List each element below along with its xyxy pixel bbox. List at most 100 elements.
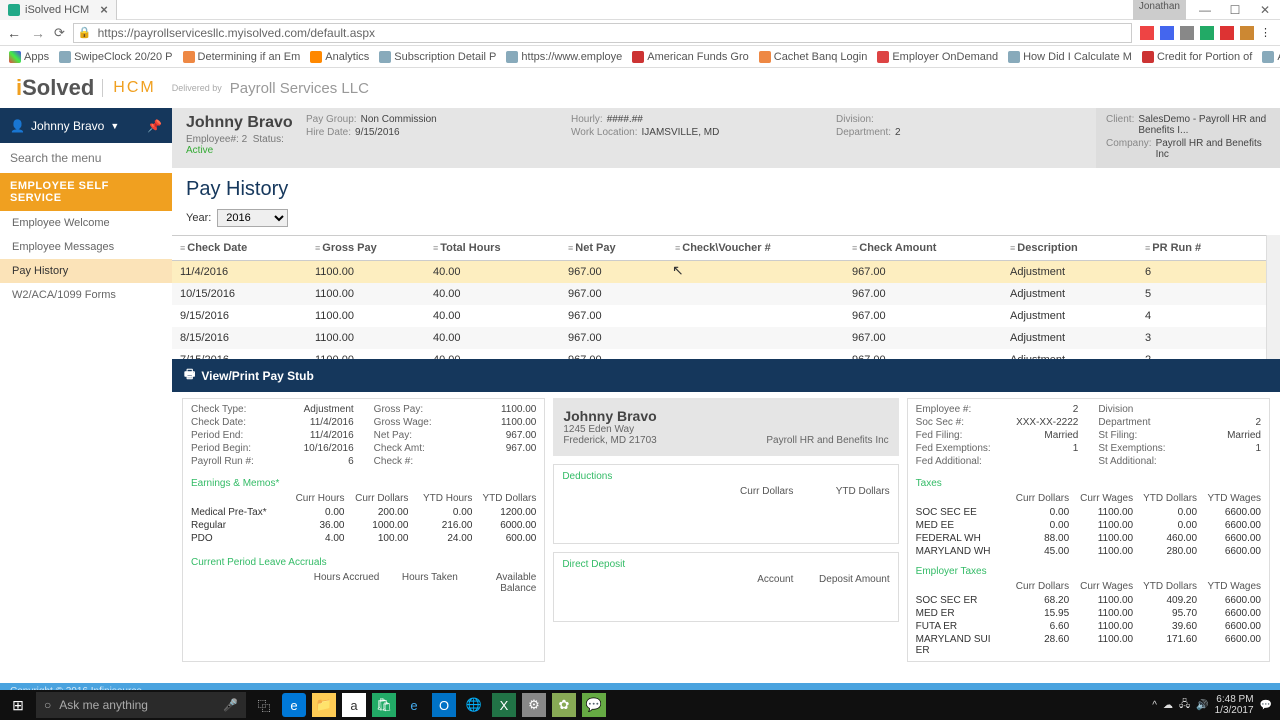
ext-icon[interactable] xyxy=(1160,26,1174,40)
app-icon[interactable]: ⚙ xyxy=(522,693,546,717)
chrome-user-badge[interactable]: Jonathan xyxy=(1133,0,1186,20)
clock-date[interactable]: 1/3/2017 xyxy=(1215,705,1254,716)
back-button[interactable]: ← xyxy=(6,25,22,41)
tray-icon[interactable]: ^ xyxy=(1152,700,1157,711)
stub-mid-col: Johnny Bravo 1245 Eden Way Frederick, MD… xyxy=(553,398,898,662)
sidebar-user[interactable]: 👤 Johnny Bravo ▼ 📌 xyxy=(0,108,172,143)
bookmark-item[interactable]: Determining if an Em xyxy=(180,51,304,63)
directdep-title: Direct Deposit xyxy=(562,557,889,572)
bookmarks-bar: Apps SwipeClock 20/20 P Determining if a… xyxy=(0,46,1280,68)
amazon-icon[interactable]: a xyxy=(342,693,366,717)
grid-scrollbar[interactable] xyxy=(1266,235,1280,359)
browser-tab[interactable]: iSolved HCM × xyxy=(0,0,117,20)
year-select[interactable]: 2016 xyxy=(217,209,288,227)
network-icon[interactable]: 🖧 xyxy=(1179,697,1190,714)
col-netpay[interactable]: ≡Net Pay xyxy=(564,240,671,256)
bookmark-item[interactable]: Advil Packet Pain Me xyxy=(1259,51,1280,63)
bookmark-item[interactable]: Cachet Banq Login xyxy=(756,51,871,63)
col-totalhours[interactable]: ≡Total Hours xyxy=(429,240,564,256)
notifications-icon[interactable]: 💬 xyxy=(1260,700,1272,711)
ie-icon[interactable]: e xyxy=(402,693,426,717)
grid-row[interactable]: 7/15/20161100.0040.00967.00967.00Adjustm… xyxy=(172,349,1280,359)
earnings-title: Earnings & Memos* xyxy=(191,476,536,491)
outlook-icon[interactable]: O xyxy=(432,693,456,717)
delivered-by: Delivered by xyxy=(172,83,222,93)
bookmark-item[interactable]: https://www.employe xyxy=(503,51,625,63)
chrome-icon[interactable]: 🌐 xyxy=(462,693,486,717)
grid-row[interactable]: 8/15/20161100.0040.00967.00967.00Adjustm… xyxy=(172,327,1280,349)
clock-time[interactable]: 6:48 PM xyxy=(1215,694,1254,705)
col-checkdate[interactable]: ≡Check Date xyxy=(176,240,311,256)
menu-icon[interactable]: ⋮ xyxy=(1260,26,1274,40)
bookmark-item[interactable]: American Funds Gro xyxy=(629,51,751,63)
sidebar: 👤 Johnny Bravo ▼ 📌 EMPLOYEE SELF SERVICE… xyxy=(0,108,172,683)
tab-close-icon[interactable]: × xyxy=(100,2,108,17)
ext-icon[interactable] xyxy=(1220,26,1234,40)
bookmark-item[interactable]: Employer OnDemand xyxy=(874,51,1001,63)
task-view-icon[interactable]: ⿻ xyxy=(252,693,276,717)
page-title: Pay History xyxy=(172,168,1280,205)
print-icon: 🖶 xyxy=(184,365,195,386)
bookmark-item[interactable]: SwipeClock 20/20 P xyxy=(56,51,175,63)
ext-icon[interactable] xyxy=(1140,26,1154,40)
lock-icon: 🔒 xyxy=(78,26,92,39)
col-grosspay[interactable]: ≡Gross Pay xyxy=(311,240,429,256)
forward-button[interactable]: → xyxy=(30,25,46,41)
bookmark-item[interactable]: How Did I Calculate M xyxy=(1005,51,1135,63)
favicon xyxy=(8,4,20,16)
excel-icon[interactable]: X xyxy=(492,693,516,717)
app-icon[interactable]: 💬 xyxy=(582,693,606,717)
store-icon[interactable]: 🛍 xyxy=(372,693,396,717)
bookmark-item[interactable]: Credit for Portion of xyxy=(1139,51,1255,63)
cortana-search[interactable]: ○ Ask me anything 🎤 xyxy=(36,692,246,718)
employee-name: Johnny Bravo xyxy=(186,114,306,132)
view-print-paystub-bar[interactable]: 🖶 View/Print Pay Stub xyxy=(172,359,1280,392)
pin-icon[interactable]: 📌 xyxy=(147,119,162,133)
reload-button[interactable]: ⟳ xyxy=(54,25,65,41)
url-input[interactable]: 🔒 https://payrollservicesllc.myisolved.c… xyxy=(73,23,1132,43)
app-icon[interactable]: ✿ xyxy=(552,693,576,717)
start-button[interactable]: ⊞ xyxy=(0,690,36,720)
col-prrun[interactable]: ≡PR Run # xyxy=(1141,240,1236,256)
paystub-detail: Check Type:AdjustmentCheck Date:11/4/201… xyxy=(172,392,1280,668)
sidebar-item-messages[interactable]: Employee Messages xyxy=(0,235,172,259)
sidebar-item-w2[interactable]: W2/ACA/1099 Forms xyxy=(0,283,172,307)
apps-button[interactable]: Apps xyxy=(6,51,52,63)
sidebar-item-welcome[interactable]: Employee Welcome xyxy=(0,211,172,235)
grid-row[interactable]: 10/15/20161100.0040.00967.00967.00Adjust… xyxy=(172,283,1280,305)
grid-row[interactable]: 11/4/20161100.0040.00967.00967.00Adjustm… xyxy=(172,261,1280,283)
ext-icon[interactable] xyxy=(1200,26,1214,40)
grid-row[interactable]: 9/15/20161100.0040.00967.00967.00Adjustm… xyxy=(172,305,1280,327)
browser-titlebar: iSolved HCM × Jonathan — ☐ ✕ xyxy=(0,0,1280,20)
maximize-button[interactable]: ☐ xyxy=(1220,0,1250,20)
ext-icon[interactable] xyxy=(1240,26,1254,40)
ext-icon[interactable] xyxy=(1180,26,1194,40)
onedrive-icon[interactable]: ☁ xyxy=(1163,700,1173,711)
url-text: https://payrollservicesllc.myisolved.com… xyxy=(98,26,375,40)
employee-meta: Employee#: 2 Status: Active xyxy=(186,134,306,156)
close-button[interactable]: ✕ xyxy=(1250,0,1280,20)
taskbar-apps: ⿻ e 📁 a 🛍 e O 🌐 X ⚙ ✿ 💬 xyxy=(252,690,606,720)
user-icon: 👤 xyxy=(10,119,25,133)
stub-left-col: Check Type:AdjustmentCheck Date:11/4/201… xyxy=(182,398,545,662)
bookmark-item[interactable]: Subscription Detail P xyxy=(376,51,499,63)
sidebar-item-payhistory[interactable]: Pay History xyxy=(0,259,172,283)
cortana-icon: ○ xyxy=(44,698,51,712)
deductions-title: Deductions xyxy=(562,469,889,484)
minimize-button[interactable]: — xyxy=(1190,0,1220,20)
col-checkvoucher[interactable]: ≡Check\Voucher # xyxy=(671,240,848,256)
logo: iSolved xyxy=(16,75,94,101)
company-name: Payroll Services LLC xyxy=(230,80,369,97)
edge-icon[interactable]: e xyxy=(282,693,306,717)
col-checkamount[interactable]: ≡Check Amount xyxy=(848,240,1006,256)
volume-icon[interactable]: 🔊 xyxy=(1196,700,1208,711)
mic-icon[interactable]: 🎤 xyxy=(223,698,238,712)
col-description[interactable]: ≡Description xyxy=(1006,240,1141,256)
menu-search-input[interactable] xyxy=(0,143,172,173)
extension-icons: ⋮ xyxy=(1140,26,1274,40)
content-area: Johnny Bravo Employee#: 2 Status: Active… xyxy=(172,108,1280,683)
bookmark-item[interactable]: Analytics xyxy=(307,51,372,63)
explorer-icon[interactable]: 📁 xyxy=(312,693,336,717)
app-header: iSolved HCM Delivered by Payroll Service… xyxy=(0,68,1280,108)
emptaxes-title: Employer Taxes xyxy=(916,564,1261,579)
